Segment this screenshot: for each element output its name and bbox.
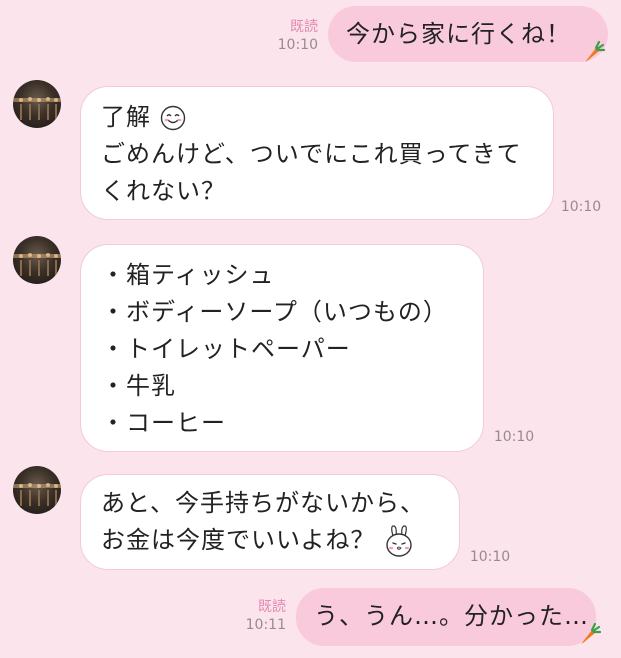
message-text: ごめんけど、ついでにこれ買ってきて	[101, 140, 522, 168]
list-item: ・牛乳	[101, 372, 176, 400]
list-item: ・コーヒー	[101, 409, 226, 437]
message-text: あと、今手持ちがないから、	[101, 489, 426, 517]
list-item: ・トイレットペーパー	[101, 335, 351, 363]
avatar[interactable]	[13, 236, 61, 284]
avatar[interactable]	[13, 80, 61, 128]
message-text: 今から家に行くね！	[346, 20, 571, 48]
avatar[interactable]	[13, 466, 61, 514]
message-text: 了解	[101, 103, 151, 131]
read-receipt: 既読	[290, 19, 318, 35]
message-text: くれない？	[101, 177, 226, 205]
message-meta: 既読 10:10	[262, 18, 318, 54]
message-line: お金は今度でいいよね？	[101, 522, 439, 559]
message-row-incoming-2: ・箱ティッシュ ・ボディーソープ（いつもの） ・トイレットペーパー ・牛乳 ・コ…	[0, 230, 621, 460]
message-row-incoming-3: あと、今手持ちがないから、 お金は今度でいいよね？ 10:10	[0, 460, 621, 580]
message-row-outgoing-1: 既読 10:10 今から家に行くね！	[0, 0, 621, 70]
message-bubble[interactable]: あと、今手持ちがないから、 お金は今度でいいよね？	[80, 474, 460, 570]
message-text: お金は今度でいいよね？	[101, 526, 376, 554]
carrot-icon	[581, 622, 602, 644]
message-time: 10:10	[277, 37, 318, 53]
message-time: 10:10	[560, 199, 602, 215]
message-bubble[interactable]: ・箱ティッシュ ・ボディーソープ（いつもの） ・トイレットペーパー ・牛乳 ・コ…	[80, 244, 484, 452]
message-bubble[interactable]: う、うん…。分かった…	[296, 588, 596, 646]
list-item: ・ボディーソープ（いつもの）	[101, 298, 448, 326]
list-item: ・箱ティッシュ	[101, 261, 275, 289]
message-row-incoming-1: 了解 ごめんけど、ついでにこれ買ってきて くれない？ 10:10	[0, 70, 621, 230]
message-line: 了解	[101, 99, 533, 136]
read-receipt: 既読	[258, 599, 286, 615]
smiling-face-emoji	[160, 105, 185, 131]
message-row-outgoing-2: 既読 10:11 う、うん…。分かった…	[0, 580, 621, 658]
message-meta: 既読 10:11	[232, 598, 286, 634]
message-bubble[interactable]: 了解 ごめんけど、ついでにこれ買ってきて くれない？	[80, 86, 554, 220]
bunny-sticker-emoji	[386, 525, 412, 557]
message-time: 10:10	[493, 429, 535, 445]
carrot-icon	[585, 40, 606, 62]
message-time: 10:10	[469, 549, 511, 565]
message-time: 10:11	[245, 617, 286, 633]
message-bubble[interactable]: 今から家に行くね！	[328, 6, 608, 62]
message-text: う、うん…。分かった…	[314, 602, 589, 630]
